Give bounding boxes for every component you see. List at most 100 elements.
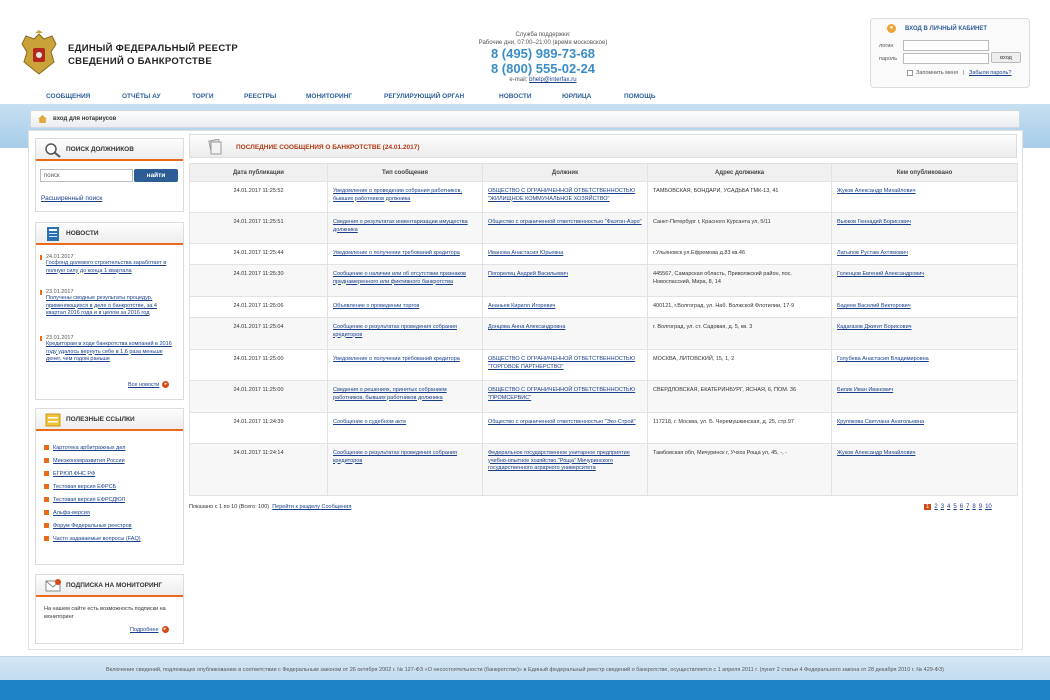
- nav-item-registries[interactable]: РЕЕСТРЫ: [244, 93, 276, 100]
- cell-address: г. Волгоград, ул. ст. Садовая, д. 5, кв.…: [647, 317, 832, 350]
- nav-item-reports[interactable]: ОТЧЁТЫ АУ: [122, 93, 161, 100]
- nav-item-monitoring[interactable]: МОНИТОРИНГ: [306, 93, 352, 100]
- news-widget-title: НОВОСТИ: [66, 230, 99, 237]
- cell-debtor-link[interactable]: ОБЩЕСТВО С ОГРАНИЧЕННОЙ ОТВЕТСТВЕННОСТЬЮ…: [488, 387, 635, 401]
- useful-link-item: Минэкономразвития России: [44, 458, 125, 464]
- cell-debtor-link[interactable]: ОБЩЕСТВО С ОГРАНИЧЕННОЙ ОТВЕТСТВЕННОСТЬЮ…: [488, 188, 635, 202]
- cell-debtor-link[interactable]: Ананьев Кирилл Игоревич: [488, 303, 555, 309]
- links-icon: [45, 413, 61, 427]
- col-header-date[interactable]: Дата публикации: [189, 163, 328, 182]
- nav-item-help[interactable]: ПОМОЩЬ: [624, 93, 656, 100]
- cell-publisher-link[interactable]: Латыпов Рустам Ахтямович: [837, 250, 908, 256]
- col-header-debtor[interactable]: Должник: [482, 163, 648, 182]
- nav-item-regulator[interactable]: РЕГУЛИРУЮЩИЙ ОРГАН: [384, 93, 464, 100]
- subscribe-text: На нашем сайте есть возможность подписки…: [44, 606, 166, 620]
- cell-publisher-link[interactable]: Голенцов Евгений Александрович: [837, 271, 924, 277]
- cell-message-type-link[interactable]: Сведения о результатах инвентаризации им…: [333, 219, 468, 233]
- cell-publisher-link[interactable]: Голубева Анастасия Владимировна: [837, 356, 929, 362]
- cell-debtor-link[interactable]: Донцова Анна Александровна: [488, 324, 565, 330]
- debtor-search-input[interactable]: [40, 169, 133, 182]
- table-row: 24.01.2017 11:25:06 Объявление о проведе…: [189, 296, 1018, 318]
- cell-message-type-link[interactable]: Уведомление о получении требований креди…: [333, 250, 460, 256]
- useful-link[interactable]: Часто задаваемые вопросы (FAQ): [53, 536, 141, 542]
- useful-link[interactable]: Минэкономразвития России: [53, 458, 125, 464]
- cell-publisher-link[interactable]: Жуков Александр Михайлович: [837, 188, 915, 194]
- all-news-link[interactable]: Все новости: [128, 382, 159, 388]
- cell-debtor-link[interactable]: ОБЩЕСТВО С ОГРАНИЧЕННОЙ ОТВЕТСТВЕННОСТЬЮ…: [488, 356, 635, 370]
- login-input[interactable]: [903, 40, 989, 51]
- col-header-type[interactable]: Тип сообщения: [327, 163, 483, 182]
- login-box: ● ВХОД В ЛИЧНЫЙ КАБИНЕТ логин пароль вхо…: [870, 18, 1030, 88]
- news-link[interactable]: Кредиторам в ходе банкротства компаний в…: [46, 341, 178, 364]
- remember-checkbox[interactable]: [907, 70, 913, 76]
- page-link[interactable]: 4: [947, 504, 950, 510]
- cell-message-type-link[interactable]: Сообщение о судебном акте: [333, 419, 406, 425]
- arrow-right-icon[interactable]: ▸: [162, 381, 170, 388]
- home-icon[interactable]: [38, 115, 47, 123]
- page-link[interactable]: 10: [985, 504, 992, 510]
- useful-link[interactable]: Тестовая версия ЕФРСБ: [53, 484, 116, 490]
- cell-publisher-link[interactable]: Кадагазов Джигит Борисович: [837, 324, 912, 330]
- cell-message-type-link[interactable]: Уведомление о получении требований креди…: [333, 356, 460, 362]
- magnifier-icon: [45, 143, 61, 158]
- page-link[interactable]: 2: [934, 504, 937, 510]
- table-row: 24.01.2017 11:25:00 Сведения о решениях,…: [189, 380, 1018, 413]
- goto-messages-link[interactable]: Перейти к разделу Сообщения: [272, 504, 351, 510]
- page-link[interactable]: 9: [979, 504, 982, 510]
- useful-link[interactable]: Альфа-версия: [53, 510, 90, 516]
- page-link[interactable]: 7: [966, 504, 969, 510]
- subscribe-more-link[interactable]: Подробнее: [130, 627, 159, 633]
- emblem-icon: [21, 30, 57, 75]
- useful-link[interactable]: Картотека арбитражных дел: [53, 445, 125, 451]
- cell-message-type-link[interactable]: Сообщение о результатах проведения собра…: [333, 324, 457, 338]
- main-nav: СООБЩЕНИЯ ОТЧЁТЫ АУ ТОРГИ РЕЕСТРЫ МОНИТО…: [0, 90, 1050, 104]
- news-link[interactable]: Получены сводные результаты процедур, пр…: [46, 295, 178, 318]
- cell-debtor-link[interactable]: Федеральное государственное унитарное пр…: [488, 450, 630, 471]
- cell-date: 24.01.2017 11:25:04: [189, 317, 328, 350]
- nav-item-legal-entities[interactable]: ЮРЛИЦА: [562, 93, 591, 100]
- footer: Включение сведений, подлежащих опубликов…: [0, 656, 1050, 700]
- cell-message-type-link[interactable]: Сведения о решениях, принятых собранием …: [333, 387, 447, 401]
- page-link[interactable]: 3: [941, 504, 944, 510]
- page-current[interactable]: 1: [924, 504, 932, 510]
- useful-link[interactable]: Тестовая версия ЕФРСДЮЛ: [53, 497, 125, 503]
- password-input[interactable]: [903, 53, 989, 64]
- nav-item-messages[interactable]: СООБЩЕНИЯ: [46, 93, 90, 100]
- cell-publisher-link[interactable]: Билик Иван Иванович: [837, 387, 893, 393]
- page-link[interactable]: 8: [972, 504, 975, 510]
- cell-date: 24.01.2017 11:25:52: [189, 181, 328, 213]
- login-submit-button[interactable]: вход: [991, 52, 1021, 63]
- cell-debtor-link[interactable]: Общество с ограниченной ответственностью…: [488, 219, 642, 225]
- col-header-address[interactable]: Адрес должника: [647, 163, 832, 182]
- cell-address: г.Ульяновск ул.Ефремова д.83 кв.46: [647, 243, 832, 265]
- cell-message-type-link[interactable]: Уведомление о проведении собрания работн…: [333, 188, 462, 202]
- forgot-password-link[interactable]: Забыли пароль?: [969, 70, 1011, 76]
- col-header-publisher[interactable]: Кем опубликовано: [831, 163, 1018, 182]
- cell-message-type-link[interactable]: Сообщение о наличии или об отсутствии пр…: [333, 271, 466, 285]
- advanced-search-link[interactable]: Расширенный поиск: [41, 195, 102, 202]
- cell-debtor-link[interactable]: Погорелец Андрей Васильевич: [488, 271, 568, 277]
- news-link[interactable]: Госфонд долевого строительства заработае…: [46, 260, 178, 275]
- login-separator: |: [963, 70, 965, 76]
- support-email-link[interactable]: bhelp@interfax.ru: [529, 77, 576, 83]
- useful-link[interactable]: ЕГРЮЛ ФНС РФ: [53, 471, 95, 477]
- cell-publisher-link[interactable]: Крупякова Светлана Анатольевна: [837, 419, 924, 425]
- nav-item-auctions[interactable]: ТОРГИ: [192, 93, 214, 100]
- password-label: пароль: [879, 56, 898, 62]
- cell-debtor-link[interactable]: Иванова Анастасия Юрьевна: [488, 250, 563, 256]
- page-link[interactable]: 5: [953, 504, 956, 510]
- useful-link[interactable]: Форум Федеральных реестров: [53, 523, 132, 529]
- cell-debtor-link[interactable]: Общество с ограниченной ответственностью…: [488, 419, 636, 425]
- cell-publisher-link[interactable]: Жуков Александр Михайлович: [837, 450, 915, 456]
- cell-date: 24.01.2017 11:25:44: [189, 243, 328, 265]
- cell-message-type-link[interactable]: Сообщение о результатах проведения собра…: [333, 450, 457, 464]
- cell-message-type-link[interactable]: Объявление о проведении торгов: [333, 303, 419, 309]
- arrow-right-icon[interactable]: ▸: [161, 626, 169, 633]
- notary-login-link[interactable]: вход для нотариусов: [53, 116, 116, 122]
- page-link[interactable]: 6: [960, 504, 963, 510]
- news-item: 24.01.2017 Госфонд долевого строительств…: [40, 254, 178, 275]
- search-button[interactable]: найти: [134, 169, 178, 182]
- nav-item-news[interactable]: НОВОСТИ: [499, 93, 532, 100]
- cell-publisher-link[interactable]: Вьюков Геннадий Борисович: [837, 219, 911, 225]
- cell-publisher-link[interactable]: Бадеев Василий Викторович: [837, 303, 911, 309]
